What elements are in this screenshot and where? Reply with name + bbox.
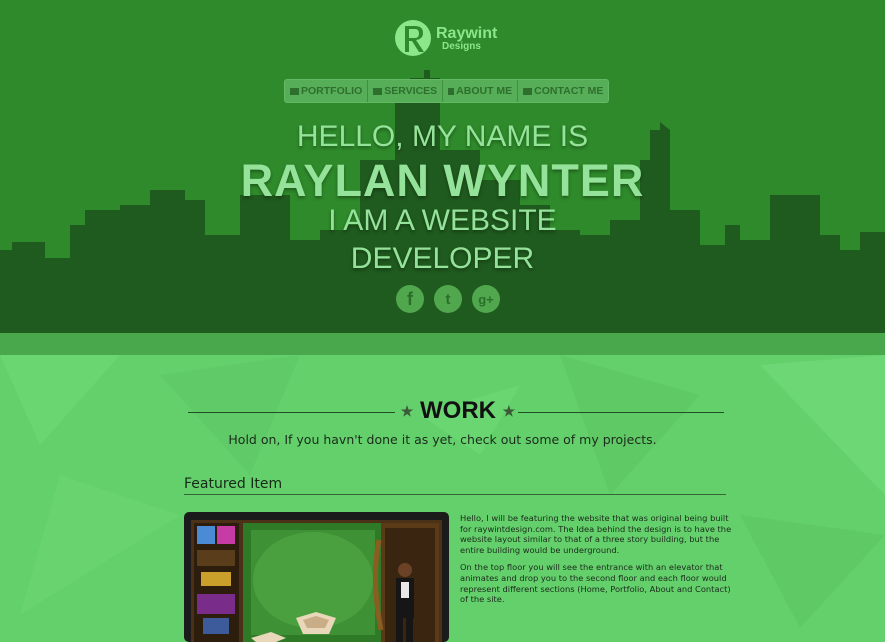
main-nav: PORTFOLIO SERVICES ABOUT ME CONTACT ME [284, 79, 610, 103]
brand-sub: Designs [442, 41, 481, 52]
facebook-icon[interactable]: f [396, 285, 424, 313]
star-icon: ★ [502, 403, 516, 420]
nav-contact-me[interactable]: CONTACT ME [518, 80, 608, 102]
hero-bottom-band [0, 333, 885, 355]
work-divider-left [188, 412, 395, 413]
work-subtitle: Hold on, If you havn't done it as yet, c… [228, 432, 657, 447]
list-icon [373, 87, 383, 95]
nav-portfolio[interactable]: PORTFOLIO [285, 80, 369, 102]
nav-contact-me-label: CONTACT ME [534, 85, 604, 97]
star-icon: ★ [400, 403, 414, 420]
featured-divider [184, 494, 726, 495]
featured-paragraph-2: On the top floor you will see the entran… [460, 562, 731, 605]
hero-role-line2: DEVELOPER [350, 242, 535, 275]
work-heading: ★ WORK ★ [398, 397, 518, 425]
nav-services-label: SERVICES [384, 85, 438, 97]
screenshot-illustration [191, 520, 442, 642]
nav-services[interactable]: SERVICES [368, 80, 444, 102]
featured-title: Featured Item [184, 476, 283, 492]
nav-about-me[interactable]: ABOUT ME [443, 80, 519, 102]
featured-screenshot[interactable] [184, 512, 449, 642]
user-icon [448, 87, 455, 95]
work-title-text: WORK [420, 397, 496, 424]
featured-paragraph-1: Hello, I will be featuring the website t… [460, 513, 732, 555]
folder-icon [290, 87, 299, 95]
brand-name: Raywint [436, 25, 498, 42]
nav-about-me-label: ABOUT ME [456, 85, 513, 97]
hero-name: RAYLAN WYNTER [240, 155, 645, 206]
twitter-icon[interactable]: t [434, 285, 462, 313]
work-divider-right [518, 412, 724, 413]
hero-role-line1: I AM A WEBSITE [328, 204, 557, 237]
google-plus-icon[interactable]: g+ [472, 285, 500, 313]
logo-head-icon [395, 20, 431, 56]
featured-description: Hello, I will be featuring the website t… [460, 513, 732, 612]
hero-greeting: HELLO, MY NAME IS [296, 120, 589, 153]
nav-portfolio-label: PORTFOLIO [301, 85, 363, 97]
screenshot-content [191, 520, 442, 642]
brand-logo[interactable]: Raywint Designs [394, 13, 497, 65]
mail-icon [523, 87, 533, 95]
hero-section: Raywint Designs PORTFOLIO SERVICES ABOUT… [0, 0, 885, 333]
